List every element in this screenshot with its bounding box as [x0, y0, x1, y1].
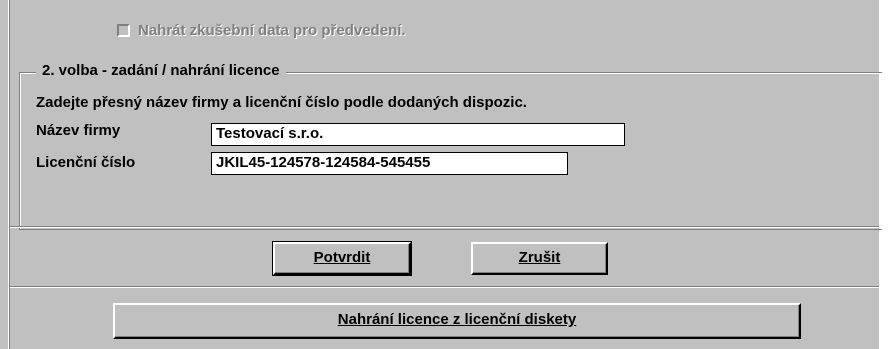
license-dialog: Nahrát zkušební data pro předvedení. 2. …: [0, 0, 893, 349]
license-number-field[interactable]: JKIL45-124578-124584-545455: [211, 152, 568, 175]
license-number-label: Licenční číslo: [36, 154, 136, 171]
confirm-button[interactable]: Potvrdit: [272, 241, 412, 276]
demo-data-label: Nahrát zkušební data pro předvedení.: [138, 21, 406, 39]
separator: [10, 226, 879, 228]
instruction-text: Zadejte přesný název firmy a licenční čí…: [36, 94, 527, 111]
load-license-from-disk-button[interactable]: Nahrání licence z licenční diskety: [113, 303, 801, 339]
company-name-label: Název firmy: [36, 122, 121, 139]
cancel-button[interactable]: Zrušit: [471, 242, 608, 275]
groupbox-title: 2. volba - zadání / nahrání licence: [36, 61, 286, 81]
demo-data-checkbox: [117, 23, 130, 37]
separator: [10, 286, 879, 288]
dialog-left-edge: [0, 0, 10, 349]
company-name-field[interactable]: Testovací s.r.o.: [211, 123, 625, 146]
demo-data-option: Nahrát zkušební data pro předvedení.: [117, 18, 406, 42]
